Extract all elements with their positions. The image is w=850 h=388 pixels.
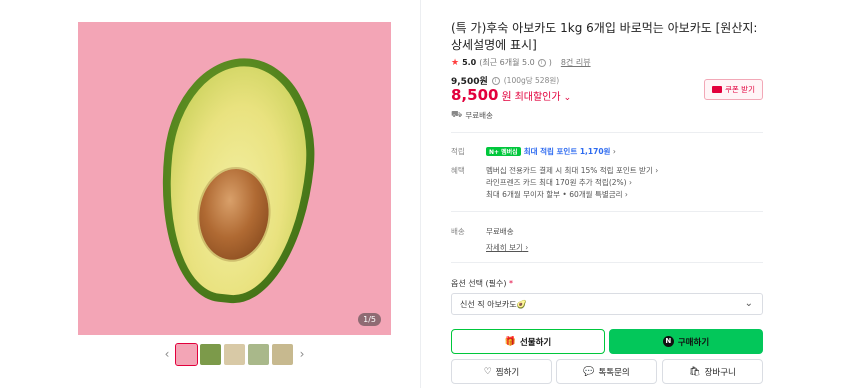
wish-button[interactable]: ♡ 찜하기 — [451, 359, 552, 384]
option-label: 옵션 선택 (필수) * — [451, 279, 514, 288]
rating-note: (최근 6개월 5.0 — [479, 58, 535, 67]
shipping-value: 무료배송 — [486, 227, 514, 236]
divider — [451, 211, 763, 212]
benefit-line-2[interactable]: 라인프렌즈 카드 최대 170원 추가 적립(2%) › — [486, 177, 632, 188]
product-main-image[interactable]: 1/5 — [78, 22, 391, 335]
column-divider — [420, 0, 421, 388]
thumb-prev-icon[interactable]: ‹ — [161, 347, 173, 361]
heart-icon: ♡ — [483, 366, 492, 377]
product-title: (특 가)후숙 아보카도 1kg 6개입 바로먹는 아보카도 [원산지: 상세설… — [451, 21, 758, 52]
benefit-line-3[interactable]: 최대 6개월 무이자 할부 • 60개월 특별금리 › — [486, 189, 628, 200]
divider — [451, 262, 763, 263]
thumbnail-3[interactable] — [224, 343, 245, 365]
sale-price-row[interactable]: 8,500 원 최대할인가 ⌄ — [451, 86, 571, 104]
coupon-button[interactable]: 쿠폰 받기 — [704, 79, 763, 100]
sale-unit: 원 — [501, 90, 512, 103]
cart-icon: 🛍 — [689, 366, 701, 377]
shipping-label: 배송 — [451, 227, 465, 236]
max-discount-label: 최대할인가 — [514, 92, 561, 103]
divider — [451, 132, 763, 133]
coupon-icon — [712, 86, 722, 93]
talk-button[interactable]: 💬 톡톡문의 — [556, 359, 657, 384]
chevron-down-icon: ⌄ — [563, 93, 572, 103]
thumbnail-2[interactable] — [200, 343, 221, 365]
review-link[interactable]: 8건 리뷰 — [561, 57, 591, 68]
option-selected-value: 신선 직 아보카도🥑 — [460, 299, 527, 309]
thumbnail-4[interactable] — [248, 343, 269, 365]
gift-icon: 🎁 — [504, 336, 516, 347]
points-label: 적립 — [451, 147, 465, 156]
unit-price: (100g당 528원) — [503, 76, 560, 85]
gift-button[interactable]: 🎁 선물하기 — [451, 329, 605, 354]
thumb-next-icon[interactable]: › — [296, 347, 308, 361]
free-shipping-row: ⛟ 무료배송 — [451, 110, 493, 120]
truck-icon: ⛟ — [451, 110, 463, 120]
info-icon[interactable]: i — [537, 58, 546, 67]
rating-score: 5.0 — [462, 58, 477, 67]
thumbnail-strip: ‹ › — [161, 342, 308, 366]
chevron-down-icon: ⌄ — [744, 298, 753, 309]
chat-icon: 💬 — [583, 366, 595, 377]
shipping-detail-link[interactable]: 자세히 보기 › — [486, 242, 528, 253]
sale-price: 8,500 — [451, 86, 499, 104]
thumbnail-5[interactable] — [272, 343, 293, 365]
avocado-illustration — [149, 50, 325, 311]
price-info-icon[interactable]: i — [491, 76, 500, 85]
points-text: 최대 적립 포인트 1,170원 — [523, 147, 611, 156]
points-value[interactable]: N+ 멤버십 최대 적립 포인트 1,170원 › — [486, 146, 616, 157]
image-counter: 1/5 — [358, 313, 381, 326]
buy-button[interactable]: N 구매하기 — [609, 329, 763, 354]
rating-row: ★ 5.0 (최근 6개월 5.0 i ) 8건 리뷰 — [451, 57, 591, 68]
npay-icon: N — [662, 336, 674, 347]
thumbnail-1[interactable] — [175, 342, 198, 366]
benefit-label: 혜택 — [451, 166, 465, 175]
cart-button[interactable]: 🛍 장바구니 — [662, 359, 763, 384]
benefit-line-1[interactable]: 멤버십 전용카드 결제 시 최대 15% 적립 포인트 받기 › — [486, 165, 658, 176]
option-select[interactable]: 신선 직 아보카도🥑 ⌄ — [451, 293, 763, 315]
npay-membership-badge: N+ 멤버십 — [486, 147, 521, 156]
star-icon: ★ — [451, 57, 460, 68]
